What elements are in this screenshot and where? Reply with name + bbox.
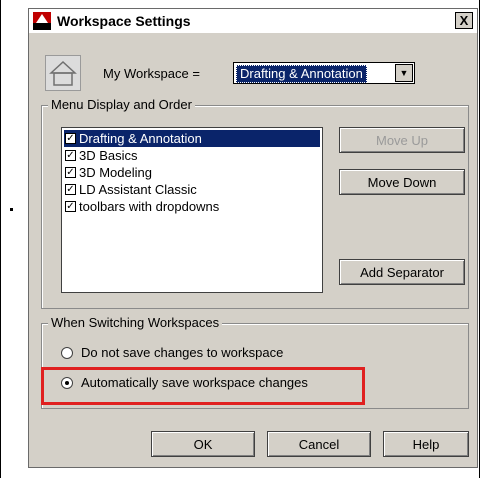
list-item[interactable]: ✓ 3D Modeling <box>64 164 320 181</box>
list-item-label: 3D Modeling <box>79 165 152 180</box>
list-item-label: 3D Basics <box>79 148 138 163</box>
list-item-label: toolbars with dropdowns <box>79 199 220 214</box>
add-separator-button[interactable]: Add Separator <box>339 259 465 285</box>
workspace-settings-dialog: Workspace Settings X My Workspace = Draf… <box>28 8 478 468</box>
list-item[interactable]: ✓ Drafting & Annotation <box>64 130 320 147</box>
checkbox[interactable]: ✓ <box>65 201 76 212</box>
radio-do-not-save[interactable]: Do not save changes to workspace <box>61 345 283 360</box>
ok-button[interactable]: OK <box>151 431 255 457</box>
help-button[interactable]: Help <box>383 431 469 457</box>
bullet-dot <box>10 208 13 211</box>
workspace-list[interactable]: ✓ Drafting & Annotation ✓ 3D Basics ✓ 3D… <box>61 127 323 293</box>
close-icon: X <box>459 13 469 28</box>
workspace-select[interactable]: Drafting & Annotation ▼ <box>233 62 415 84</box>
title-bar[interactable]: Workspace Settings X <box>29 9 477 33</box>
my-workspace-label: My Workspace = <box>103 66 200 81</box>
list-item[interactable]: ✓ 3D Basics <box>64 147 320 164</box>
dialog-title: Workspace Settings <box>57 13 191 29</box>
radio-label: Do not save changes to workspace <box>81 345 284 360</box>
list-item-label: Drafting & Annotation <box>79 131 202 146</box>
close-button[interactable]: X <box>455 12 473 29</box>
workspace-select-value: Drafting & Annotation <box>236 65 367 83</box>
chevron-down-icon[interactable]: ▼ <box>395 64 413 82</box>
switching-workspaces-group-title: When Switching Workspaces <box>48 315 223 330</box>
menu-display-group-title: Menu Display and Order <box>48 97 195 112</box>
checkbox[interactable]: ✓ <box>65 133 76 144</box>
highlight-box <box>41 367 365 405</box>
list-item-label: LD Assistant Classic <box>79 182 197 197</box>
right-border-line <box>479 0 480 478</box>
list-item[interactable]: ✓ LD Assistant Classic <box>64 181 320 198</box>
checkbox[interactable]: ✓ <box>65 167 76 178</box>
left-border-line <box>0 0 1 478</box>
cancel-button[interactable]: Cancel <box>267 431 371 457</box>
app-logo-icon <box>33 12 51 30</box>
checkbox[interactable]: ✓ <box>65 184 76 195</box>
move-up-button[interactable]: Move Up <box>339 127 465 153</box>
workspace-icon <box>45 55 81 91</box>
checkbox[interactable]: ✓ <box>65 150 76 161</box>
move-down-button[interactable]: Move Down <box>339 169 465 195</box>
list-item[interactable]: ✓ toolbars with dropdowns <box>64 198 320 215</box>
radio-button[interactable] <box>61 346 73 359</box>
